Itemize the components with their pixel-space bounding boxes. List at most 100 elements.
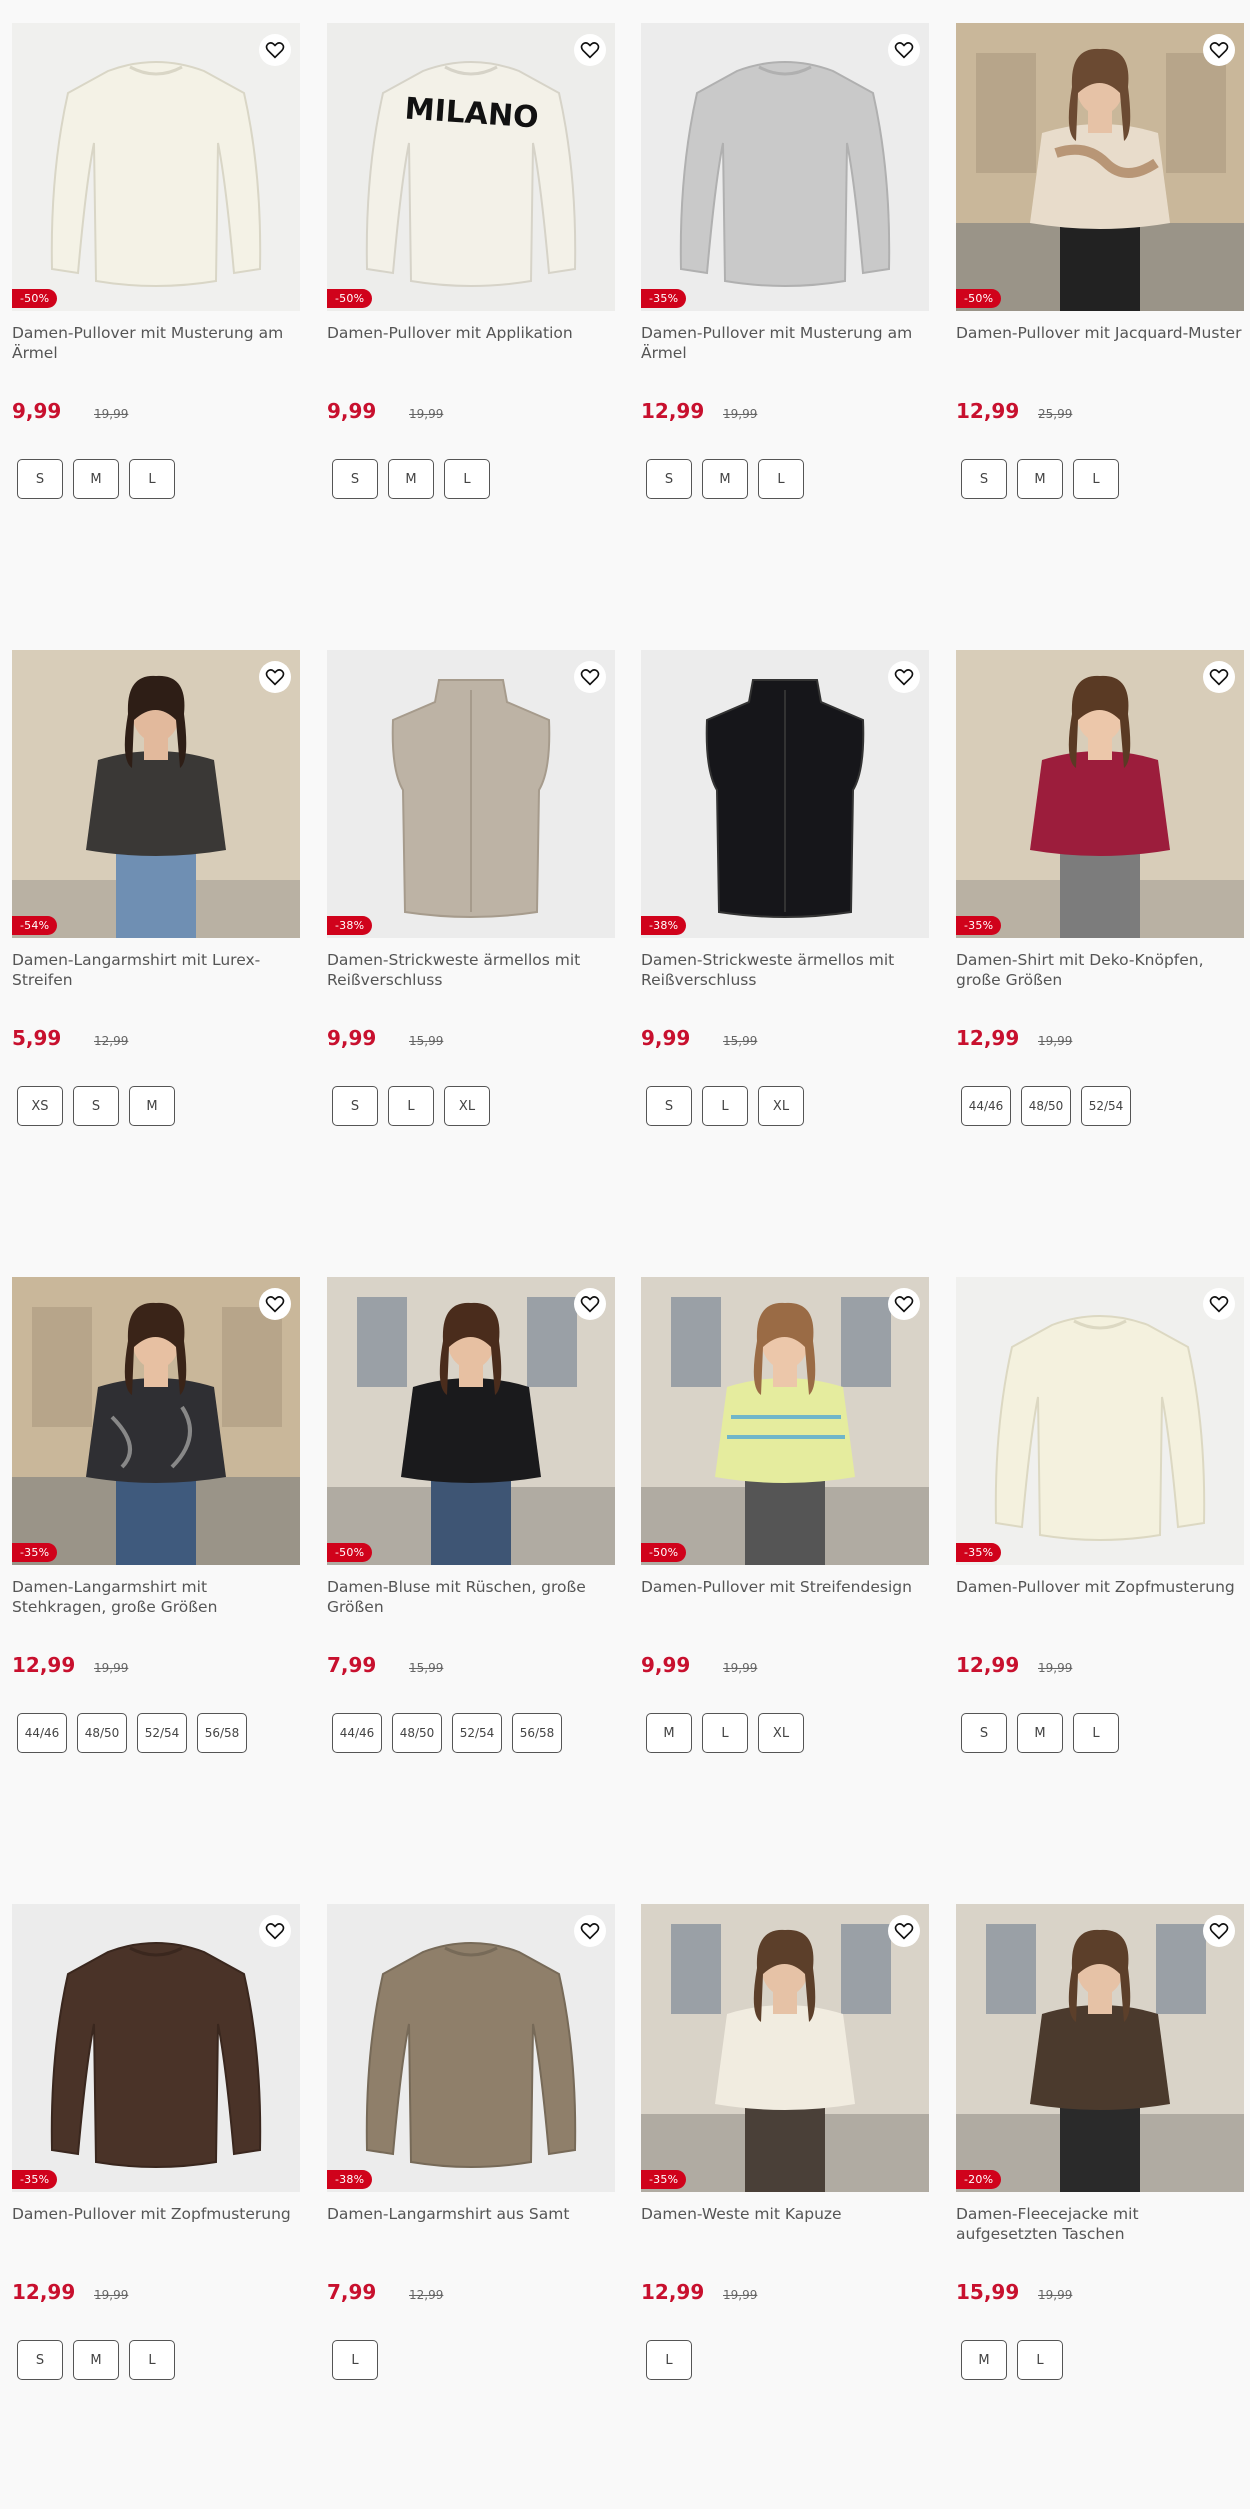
product-card[interactable]: -38% Damen-Strickweste ärmellos mit Reißv… (327, 650, 615, 1126)
product-title[interactable]: Damen-Bluse mit Rüschen, große Größen (327, 1577, 615, 1617)
product-card[interactable]: -50% Damen-Pullover mit Streifendesign 9,9… (641, 1277, 929, 1753)
product-image[interactable]: -35% (12, 1904, 300, 2192)
size-option-button[interactable]: L (129, 2340, 175, 2380)
size-option-button[interactable]: 48/50 (1021, 1086, 1071, 1126)
product-card[interactable]: -35% Damen-Pullover mit Musterung am Ärme… (641, 23, 929, 499)
size-option-button[interactable]: S (17, 459, 63, 499)
size-option-button[interactable]: M (73, 2340, 119, 2380)
size-option-button[interactable]: 48/50 (77, 1713, 127, 1753)
wishlist-button[interactable] (888, 661, 920, 693)
size-option-button[interactable]: S (332, 459, 378, 499)
product-image[interactable]: -50% (956, 23, 1244, 311)
size-option-button[interactable]: M (73, 459, 119, 499)
wishlist-button[interactable] (888, 1915, 920, 1947)
size-option-button[interactable]: 56/58 (512, 1713, 562, 1753)
size-option-button[interactable]: 52/54 (1081, 1086, 1131, 1126)
product-card[interactable]: -38% Damen-Strickweste ärmellos mit Reißv… (641, 650, 929, 1126)
size-option-button[interactable]: M (702, 459, 748, 499)
product-card[interactable]: -35% Damen-Langarmshirt mit Stehkragen, g… (12, 1277, 300, 1753)
product-image[interactable]: -38% (327, 1904, 615, 2192)
product-image[interactable]: -54% (12, 650, 300, 938)
product-card[interactable]: -20% Damen-Fleecejacke mit aufgesetzten T… (956, 1904, 1244, 2380)
size-option-button[interactable]: L (1073, 459, 1119, 499)
product-title[interactable]: Damen-Strickweste ärmellos mit Reißversc… (641, 950, 929, 990)
product-title[interactable]: Damen-Weste mit Kapuze (641, 2204, 929, 2244)
size-option-button[interactable]: L (1073, 1713, 1119, 1753)
size-option-button[interactable]: 56/58 (197, 1713, 247, 1753)
wishlist-button[interactable] (259, 1288, 291, 1320)
product-image[interactable]: -35% (641, 23, 929, 311)
product-image[interactable]: -38% (641, 650, 929, 938)
product-title[interactable]: Damen-Pullover mit Zopfmusterung (956, 1577, 1244, 1617)
product-title[interactable]: Damen-Langarmshirt aus Samt (327, 2204, 615, 2244)
product-title[interactable]: Damen-Pullover mit Applikation (327, 323, 615, 363)
product-image[interactable]: MILANO -50% (327, 23, 615, 311)
product-card[interactable]: MILANO -50% Damen-Pullover mit Applikation… (327, 23, 615, 499)
product-card[interactable]: -35% Damen-Pullover mit Zopfmusterung 12,9… (12, 1904, 300, 2380)
wishlist-button[interactable] (574, 661, 606, 693)
wishlist-button[interactable] (888, 1288, 920, 1320)
size-option-button[interactable]: 52/54 (452, 1713, 502, 1753)
product-image[interactable]: -50% (12, 23, 300, 311)
size-option-button[interactable]: XL (758, 1086, 804, 1126)
product-title[interactable]: Damen-Strickweste ärmellos mit Reißversc… (327, 950, 615, 990)
product-image[interactable]: -20% (956, 1904, 1244, 2192)
size-option-button[interactable]: M (646, 1713, 692, 1753)
size-option-button[interactable]: S (332, 1086, 378, 1126)
product-card[interactable]: -50% Damen-Pullover mit Musterung am Ärme… (12, 23, 300, 499)
product-title[interactable]: Damen-Pullover mit Zopfmusterung (12, 2204, 300, 2244)
product-title[interactable]: Damen-Langarmshirt mit Lurex-Streifen (12, 950, 300, 990)
product-image[interactable]: -50% (641, 1277, 929, 1565)
wishlist-button[interactable] (259, 1915, 291, 1947)
product-title[interactable]: Damen-Langarmshirt mit Stehkragen, große… (12, 1577, 300, 1617)
wishlist-button[interactable] (574, 1288, 606, 1320)
product-title[interactable]: Damen-Shirt mit Deko-Knöpfen, große Größ… (956, 950, 1244, 990)
size-option-button[interactable]: S (961, 1713, 1007, 1753)
size-option-button[interactable]: L (1017, 2340, 1063, 2380)
wishlist-button[interactable] (1203, 34, 1235, 66)
size-option-button[interactable]: 44/46 (17, 1713, 67, 1753)
size-option-button[interactable]: S (646, 459, 692, 499)
size-option-button[interactable]: M (961, 2340, 1007, 2380)
product-image[interactable]: -50% (327, 1277, 615, 1565)
size-option-button[interactable]: L (758, 459, 804, 499)
size-option-button[interactable]: L (388, 1086, 434, 1126)
product-card[interactable]: -38% Damen-Langarmshirt aus Samt 7,99 12,99… (327, 1904, 615, 2380)
product-image[interactable]: -38% (327, 650, 615, 938)
wishlist-button[interactable] (259, 34, 291, 66)
size-option-button[interactable]: L (332, 2340, 378, 2380)
wishlist-button[interactable] (259, 661, 291, 693)
size-option-button[interactable]: XL (758, 1713, 804, 1753)
size-option-button[interactable]: L (444, 459, 490, 499)
size-option-button[interactable]: L (702, 1086, 748, 1126)
wishlist-button[interactable] (574, 1915, 606, 1947)
product-image[interactable]: -35% (956, 650, 1244, 938)
size-option-button[interactable]: M (1017, 459, 1063, 499)
size-option-button[interactable]: XL (444, 1086, 490, 1126)
size-option-button[interactable]: S (961, 459, 1007, 499)
size-option-button[interactable]: 48/50 (392, 1713, 442, 1753)
product-image[interactable]: -35% (12, 1277, 300, 1565)
product-card[interactable]: -35% Damen-Shirt mit Deko-Knöpfen, große … (956, 650, 1244, 1126)
product-title[interactable]: Damen-Pullover mit Musterung am Ärmel (12, 323, 300, 363)
product-card[interactable]: -50% Damen-Pullover mit Jacquard-Muster 12… (956, 23, 1244, 499)
size-option-button[interactable]: L (646, 2340, 692, 2380)
size-option-button[interactable]: M (388, 459, 434, 499)
wishlist-button[interactable] (1203, 661, 1235, 693)
size-option-button[interactable]: 44/46 (961, 1086, 1011, 1126)
size-option-button[interactable]: 52/54 (137, 1713, 187, 1753)
product-title[interactable]: Damen-Pullover mit Jacquard-Muster (956, 323, 1244, 363)
size-option-button[interactable]: S (646, 1086, 692, 1126)
size-option-button[interactable]: 44/46 (332, 1713, 382, 1753)
product-card[interactable]: -50% Damen-Bluse mit Rüschen, große Größe… (327, 1277, 615, 1753)
product-card[interactable]: -35% Damen-Pullover mit Zopfmusterung 12,9… (956, 1277, 1244, 1753)
wishlist-button[interactable] (1203, 1915, 1235, 1947)
product-image[interactable]: -35% (641, 1904, 929, 2192)
product-card[interactable]: -54% Damen-Langarmshirt mit Lurex-Streife… (12, 650, 300, 1126)
size-option-button[interactable]: S (17, 2340, 63, 2380)
size-option-button[interactable]: M (129, 1086, 175, 1126)
size-option-button[interactable]: L (129, 459, 175, 499)
size-option-button[interactable]: M (1017, 1713, 1063, 1753)
wishlist-button[interactable] (1203, 1288, 1235, 1320)
product-card[interactable]: -35% Damen-Weste mit Kapuze 12,99 19,99 L (641, 1904, 929, 2380)
